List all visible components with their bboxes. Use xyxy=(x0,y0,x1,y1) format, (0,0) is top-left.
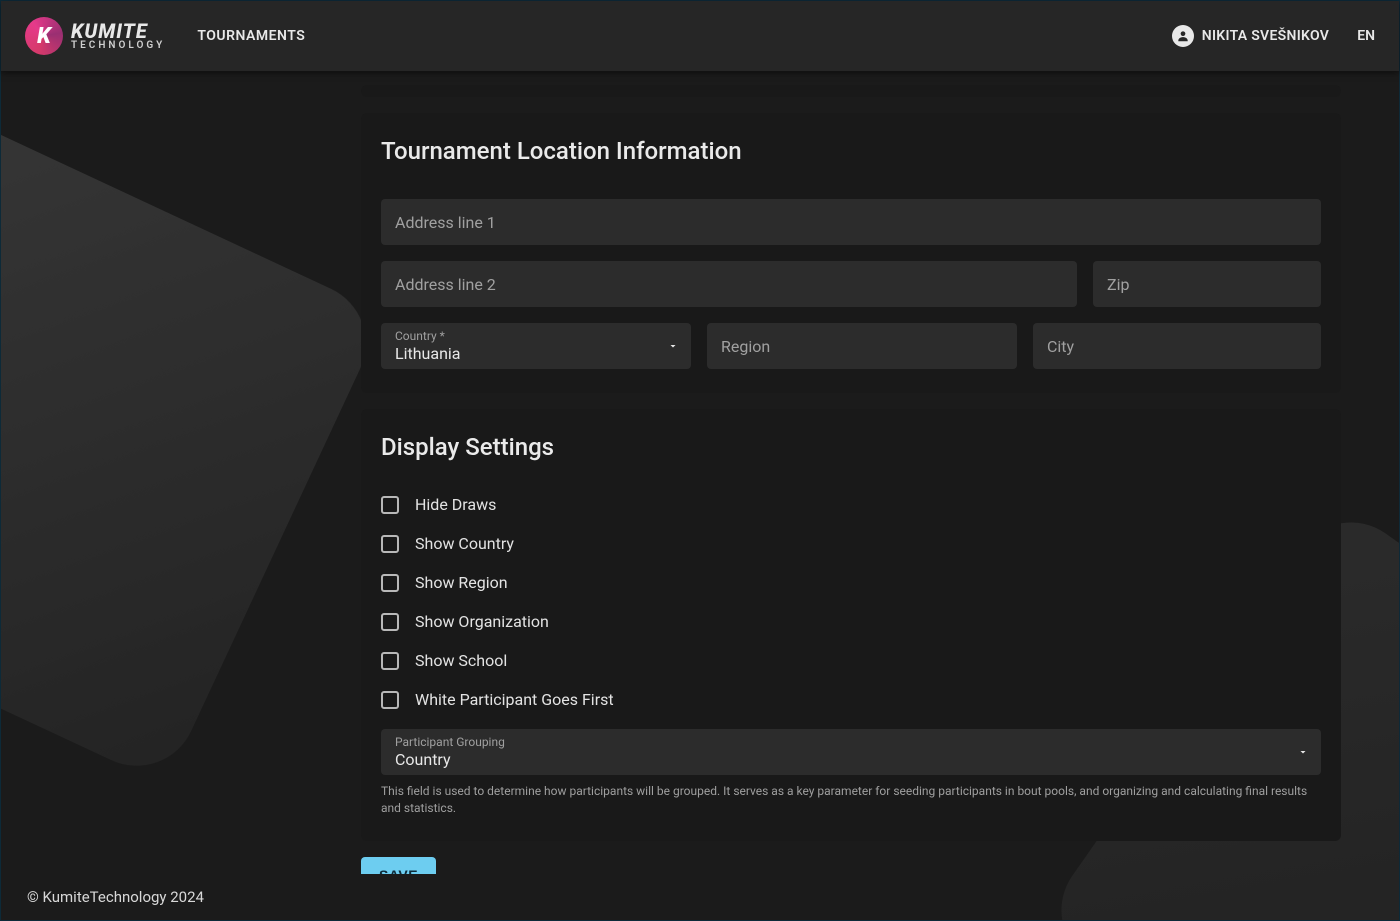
checkbox-label: White Participant Goes First xyxy=(415,690,614,709)
region-field[interactable]: Region xyxy=(707,323,1017,369)
city-field[interactable]: City xyxy=(1033,323,1321,369)
region-placeholder: Region xyxy=(721,337,770,356)
chevron-down-icon xyxy=(667,340,679,352)
address-line-1-field[interactable]: Address line 1 xyxy=(381,199,1321,245)
checkbox-label: Show Region xyxy=(415,573,508,592)
display-settings-title: Display Settings xyxy=(381,433,1321,461)
country-select[interactable]: Country * Lithuania xyxy=(381,323,691,369)
checkbox-label: Show School xyxy=(415,651,507,670)
city-placeholder: City xyxy=(1047,337,1074,356)
zip-placeholder: Zip xyxy=(1107,275,1129,294)
brand-subtitle: TECHNOLOGY xyxy=(71,41,165,51)
save-button[interactable]: SAVE xyxy=(361,857,436,874)
user-name-label: NIKITA SVEŠNIKOV xyxy=(1202,28,1329,44)
checkbox-show-country[interactable]: Show Country xyxy=(381,534,1321,553)
brand-logo[interactable]: K KUMITE TECHNOLOGY xyxy=(25,17,165,55)
participant-grouping-value: Country xyxy=(395,750,451,769)
checkbox-show-school[interactable]: Show School xyxy=(381,651,1321,670)
address-line-2-placeholder: Address line 2 xyxy=(395,275,496,294)
checkbox-label: Hide Draws xyxy=(415,495,496,514)
location-card: Tournament Location Information Address … xyxy=(361,113,1341,393)
checkbox-icon xyxy=(381,691,399,709)
display-settings-card: Display Settings Hide Draws Show Country… xyxy=(361,409,1341,841)
participant-grouping-label: Participant Grouping xyxy=(395,735,505,749)
checkbox-icon xyxy=(381,535,399,553)
country-value: Lithuania xyxy=(395,344,461,363)
main-content: Tournament Location Information Address … xyxy=(1,71,1399,874)
country-label: Country * xyxy=(395,329,445,343)
address-line-2-field[interactable]: Address line 2 xyxy=(381,261,1077,307)
nav-tournaments[interactable]: TOURNAMENTS xyxy=(197,28,305,44)
user-menu[interactable]: NIKITA SVEŠNIKOV xyxy=(1172,25,1329,47)
footer-copyright: © KumiteTechnology 2024 xyxy=(27,888,204,906)
checkbox-icon xyxy=(381,574,399,592)
language-switch[interactable]: EN xyxy=(1357,28,1375,44)
location-card-title: Tournament Location Information xyxy=(381,137,1321,165)
previous-card-edge xyxy=(361,85,1341,97)
chevron-down-icon xyxy=(1297,746,1309,758)
checkbox-label: Show Country xyxy=(415,534,514,553)
checkbox-white-first[interactable]: White Participant Goes First xyxy=(381,690,1321,709)
checkbox-icon xyxy=(381,652,399,670)
participant-grouping-select[interactable]: Participant Grouping Country xyxy=(381,729,1321,775)
checkbox-show-organization[interactable]: Show Organization xyxy=(381,612,1321,631)
footer: © KumiteTechnology 2024 xyxy=(1,874,1399,920)
checkbox-label: Show Organization xyxy=(415,612,549,631)
checkbox-icon xyxy=(381,613,399,631)
checkbox-icon xyxy=(381,496,399,514)
checkbox-show-region[interactable]: Show Region xyxy=(381,573,1321,592)
app-header: K KUMITE TECHNOLOGY TOURNAMENTS NIKITA S… xyxy=(1,1,1399,71)
brand-title: KUMITE xyxy=(71,21,165,41)
checkbox-hide-draws[interactable]: Hide Draws xyxy=(381,495,1321,514)
participant-grouping-helper: This field is used to determine how part… xyxy=(381,783,1321,817)
address-line-1-placeholder: Address line 1 xyxy=(395,213,496,232)
user-avatar-icon xyxy=(1172,25,1194,47)
zip-field[interactable]: Zip xyxy=(1093,261,1321,307)
brand-logo-mark: K xyxy=(25,17,63,55)
